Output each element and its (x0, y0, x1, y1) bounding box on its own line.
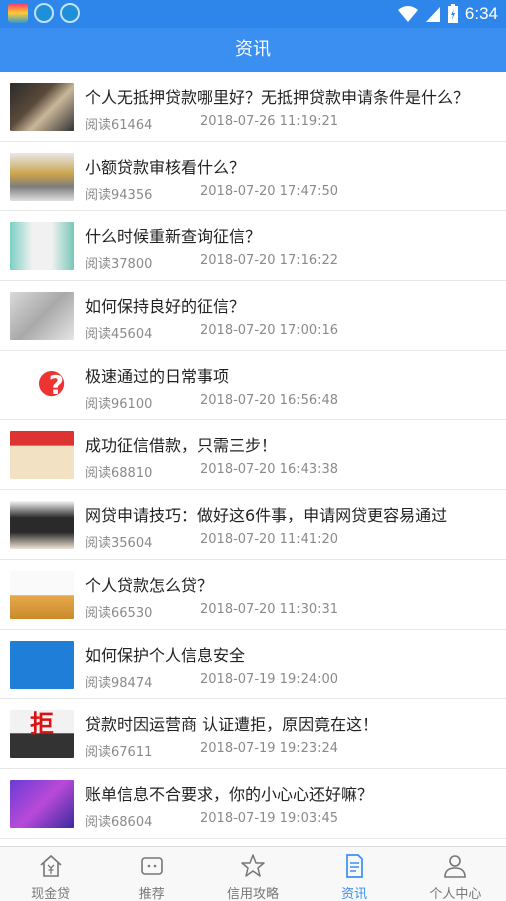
read-count: 阅读37800 (85, 257, 153, 273)
article-title: 网贷申请技巧：做好这6件事，申请网贷更容易通过 (85, 506, 448, 526)
app-notification-icon (34, 3, 54, 23)
article-thumbnail: 拒 (10, 710, 74, 759)
tab-profile[interactable]: 个人中心 (405, 847, 506, 901)
read-count: 阅读98474 (85, 675, 153, 691)
read-count: 阅读68810 (85, 466, 153, 482)
article-title: 如何保护个人信息安全 (85, 645, 246, 665)
article-thumbnail (10, 779, 74, 828)
app-notification-icon (8, 3, 28, 23)
read-count: 阅读61464 (85, 118, 153, 133)
tab-label: 现金贷 (31, 887, 71, 901)
document-icon (346, 854, 364, 878)
battery-icon (447, 4, 458, 23)
article-thumbnail: ? (10, 361, 74, 410)
tab-news[interactable]: 资讯 (304, 847, 405, 901)
ticket-icon (140, 857, 163, 875)
notification-icons (8, 3, 80, 23)
article-title: 如何保持良好的征信？ (85, 297, 246, 317)
home-yuan-icon (40, 854, 62, 877)
publish-date: 2018-07-26 11:19:21 (200, 114, 339, 129)
article-item[interactable]: 什么时候重新查询征信？ 阅读37800 2018-07-20 17:16:22 (0, 211, 506, 282)
article-title: 个人无抵押贷款哪里好？无抵押贷款申请条件是什么？ (85, 88, 470, 107)
article-thumbnail (10, 292, 74, 341)
signal-icon (425, 7, 440, 22)
article-item[interactable]: ? 极速通过的日常事项 阅读96100 2018-07-20 16:56:48 (0, 351, 506, 421)
thumbnail-text: 拒 (30, 710, 54, 739)
read-count: 阅读68604 (85, 814, 153, 830)
wifi-icon (397, 6, 418, 22)
read-count: 阅读94356 (85, 187, 153, 203)
article-thumbnail (10, 501, 74, 550)
article-thumbnail (10, 640, 74, 689)
tab-credit-guide[interactable]: 信用攻略 (202, 847, 303, 901)
page-title: 资讯 (235, 39, 271, 60)
article-item[interactable]: 拒 贷款时因运营商 认证遭拒，原因竟在这！ 阅读67611 2018-07-19 … (0, 699, 506, 769)
article-item[interactable]: 如何保持良好的征信？ 阅读45604 2018-07-20 17:00:16 (0, 281, 506, 351)
article-item[interactable]: 账单信息不合要求，你的小心心还好嘛？ 阅读68604 2018-07-19 19:… (0, 769, 506, 839)
article-item[interactable]: 小额贷款审核看什么？ 阅读94356 2018-07-20 17:47:50 (0, 142, 506, 212)
article-thumbnail (10, 83, 74, 131)
article-thumbnail (10, 152, 74, 201)
read-count: 阅读45604 (85, 327, 153, 343)
app-notification-icon (60, 3, 80, 23)
read-count: 阅读35604 (85, 536, 153, 552)
publish-date: 2018-07-19 19:03:45 (200, 810, 339, 826)
publish-date: 2018-07-20 16:56:48 (200, 392, 339, 408)
read-count: 阅读66530 (85, 605, 153, 621)
article-thumbnail (10, 431, 74, 480)
tab-recommend[interactable]: 推荐 (101, 847, 202, 901)
read-count: 阅读96100 (85, 396, 153, 412)
article-thumbnail (10, 222, 74, 271)
publish-date: 2018-07-20 11:30:31 (200, 601, 339, 617)
article-title: 什么时候重新查询征信？ (85, 227, 262, 247)
tab-label: 推荐 (138, 887, 165, 901)
article-item[interactable]: 个人无抵押贷款哪里好？无抵押贷款申请条件是什么？ 阅读61464 2018-07-… (0, 72, 506, 142)
status-bar: 6:34 (0, 0, 506, 28)
star-icon (241, 854, 265, 877)
article-title: 成功征信借款，只需三步！ (85, 436, 278, 456)
publish-date: 2018-07-20 16:43:38 (200, 462, 339, 478)
tab-label: 信用攻略 (226, 887, 279, 901)
article-title: 账单信息不合要求，你的小心心还好嘛？ (85, 784, 374, 804)
thumbnail-text: ? (48, 370, 64, 401)
user-icon (444, 855, 467, 878)
tab-cash-loan[interactable]: 现金贷 (0, 847, 101, 901)
publish-date: 2018-07-20 17:00:16 (200, 323, 339, 339)
publish-date: 2018-07-20 17:16:22 (200, 253, 339, 269)
article-item[interactable]: 个人贷款怎么贷？ 阅读66530 2018-07-20 11:30:31 (0, 560, 506, 630)
publish-date: 2018-07-19 19:23:24 (200, 741, 339, 757)
article-item[interactable]: 成功征信借款，只需三步！ 阅读68810 2018-07-20 16:43:38 (0, 420, 506, 491)
app-bar: 资讯 (0, 28, 506, 72)
article-thumbnail (10, 570, 74, 619)
read-count: 阅读67611 (85, 745, 153, 761)
clock: 6:34 (464, 4, 498, 23)
article-list: 个人无抵押贷款哪里好？无抵押贷款申请条件是什么？ 阅读61464 2018-07-… (0, 72, 506, 846)
article-item[interactable]: 网贷申请技巧：做好这6件事，申请网贷更容易通过 阅读35604 2018-07-2… (0, 490, 506, 560)
article-title: 贷款时因运营商 认证遭拒，原因竟在这！ (85, 715, 379, 735)
tab-label: 资讯 (341, 887, 368, 901)
system-indicators: 6:34 (397, 3, 498, 25)
article-title: 极速通过的日常事项 (85, 366, 230, 386)
article-item[interactable]: 如何保护个人信息安全 阅读98474 2018-07-19 19:24:00 (0, 630, 506, 700)
article-title: 小额贷款审核看什么？ (85, 157, 246, 177)
publish-date: 2018-07-19 19:24:00 (200, 671, 339, 687)
publish-date: 2018-07-20 17:47:50 (200, 183, 339, 199)
tab-label: 个人中心 (429, 887, 482, 901)
article-title: 个人贷款怎么贷？ (85, 575, 214, 595)
bottom-tab-bar: 现金贷 推荐 信用攻略 资讯 个人中心 (0, 846, 506, 901)
publish-date: 2018-07-20 11:41:20 (200, 532, 339, 548)
